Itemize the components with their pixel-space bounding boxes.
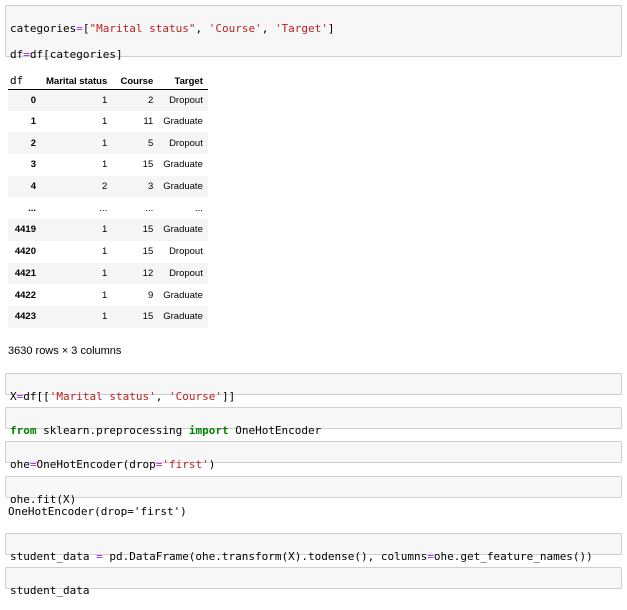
code-line: ohe=OneHotEncoder(drop='first') [10,458,216,471]
row-index: ... [28,202,36,214]
table-row: 4420 1 15 Dropout [8,241,208,263]
cell-target: Dropout [169,94,203,106]
cell-course: 15 [142,311,154,323]
cell-course: 11 [143,116,154,128]
cell-target: Graduate [163,181,203,193]
cell-marital-status: 1 [101,224,108,236]
row-index: 4419 [14,224,36,236]
cell-target: Graduate [163,159,203,171]
cell-course: 15 [142,246,154,258]
cell-target: Dropout [169,137,203,149]
code-line: df=df[categories] [10,48,123,61]
cell-course: 3 [147,181,154,193]
cell-marital-status: ... [99,202,108,214]
cell-course: 9 [147,289,154,301]
cell-course: ... [145,202,154,214]
cell-marital-status: 2 [101,181,108,193]
cell-course: 2 [147,94,154,106]
cell-marital-status: 1 [101,267,108,279]
dataframe-output: Marital status Course Target 0 1 2 Dropout … [8,75,208,328]
code-cell-categories[interactable]: categories=["Marital status", 'Course', … [5,5,622,87]
cell-marital-status: 1 [101,289,108,301]
table-row: ............ [8,197,208,219]
row-index: 1 [30,116,36,128]
cell-marital-status: 1 [101,311,108,323]
code-cell-student-data[interactable]: student_data = pd.DataFrame(ohe.transfor… [5,533,622,563]
code-cell-import[interactable]: from sklearn.preprocessing import OneHot… [5,407,622,437]
cell-marital-status: 1 [101,94,108,106]
table-row: 4421 1 12 Dropout [8,262,208,285]
column-header-target: Target [158,75,208,90]
cell-target: Graduate [163,116,203,128]
table-row: 4419 1 15 Graduate [8,219,208,241]
cell-marital-status: 1 [101,159,108,171]
code-cell-fit[interactable]: ohe.fit(X) [5,476,622,506]
code-line: X=df[['Marital status', 'Course']] [10,390,236,403]
row-index: 2 [30,137,36,149]
row-index: 0 [30,94,36,106]
cell-target: Graduate [163,289,203,301]
cell-course: 12 [142,267,154,279]
code-line: student_data [10,584,90,597]
table-row: 3 1 15 Graduate [8,154,208,176]
fit-output-text: OneHotEncoder(drop='first') [8,505,187,518]
index-header [8,75,41,90]
cell-course: 15 [142,224,154,236]
table-header-row: Marital status Course Target [8,75,208,90]
row-index: 4423 [14,311,36,323]
code-cell-display[interactable]: student_data [5,567,622,597]
column-header-course: Course [112,75,159,90]
table-row: 2 1 5 Dropout [8,132,208,155]
cell-marital-status: 1 [101,116,108,128]
cell-target: Dropout [169,246,203,258]
code-cell-select-x[interactable]: X=df[['Marital status', 'Course']] [5,373,622,403]
code-line: student_data = pd.DataFrame(ohe.transfor… [10,550,593,563]
column-header-marital-status: Marital status [41,75,113,90]
dataframe-shape-text: 3630 rows × 3 columns [8,345,122,357]
code-cell-ohe[interactable]: ohe=OneHotEncoder(drop='first') [5,441,622,471]
cell-target: ... [194,202,203,214]
cell-course: 5 [147,137,154,149]
table-row: 4 2 3 Graduate [8,175,208,198]
code-line: categories=["Marital status", 'Course', … [10,22,335,35]
row-index: 3 [30,159,36,171]
row-index: 4420 [14,246,36,258]
cell-target: Dropout [169,267,203,279]
table-row: 1 1 11 Graduate [8,111,208,133]
row-index: 4 [30,181,36,193]
cell-target: Graduate [163,224,203,236]
cell-target: Graduate [163,311,203,323]
row-index: 4422 [14,289,36,301]
cell-marital-status: 1 [101,137,108,149]
row-index: 4421 [14,267,36,279]
table-row: 4423 1 15 Graduate [8,305,208,328]
table-row: 4422 1 9 Graduate [8,284,208,306]
code-line: from sklearn.preprocessing import OneHot… [10,424,322,437]
cell-course: 15 [142,159,154,171]
cell-marital-status: 1 [101,246,108,258]
table-row: 0 1 2 Dropout [8,89,208,111]
